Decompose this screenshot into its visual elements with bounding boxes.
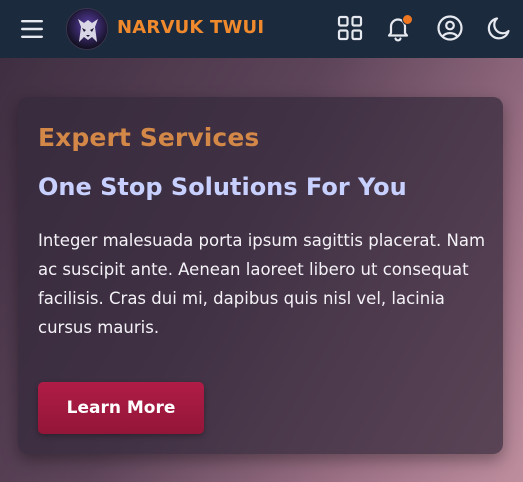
hamburger-menu-icon bbox=[21, 20, 43, 38]
grid-apps-icon bbox=[337, 15, 363, 41]
menu-button[interactable] bbox=[19, 17, 45, 41]
moon-icon bbox=[487, 17, 510, 40]
account-button[interactable] bbox=[436, 14, 464, 42]
notifications-button[interactable] bbox=[384, 14, 413, 42]
top-navbar: NARVUK TWUI bbox=[0, 0, 523, 58]
user-circle-icon bbox=[437, 15, 463, 41]
apps-button[interactable] bbox=[336, 14, 364, 42]
learn-more-button[interactable]: Learn More bbox=[38, 382, 204, 434]
hero-title: One Stop Solutions For You bbox=[38, 173, 407, 201]
brand-name[interactable]: NARVUK TWUI bbox=[117, 17, 264, 38]
hero-description: Integer malesuada porta ipsum sagittis p… bbox=[38, 231, 486, 337]
notification-badge bbox=[402, 14, 413, 25]
hero-eyebrow: Expert Services bbox=[38, 123, 260, 152]
brand-logo[interactable] bbox=[66, 8, 108, 50]
hero-card: Expert Services One Stop Solutions For Y… bbox=[18, 97, 503, 454]
wolf-logo-icon bbox=[67, 9, 107, 49]
theme-toggle-button[interactable] bbox=[486, 14, 514, 42]
